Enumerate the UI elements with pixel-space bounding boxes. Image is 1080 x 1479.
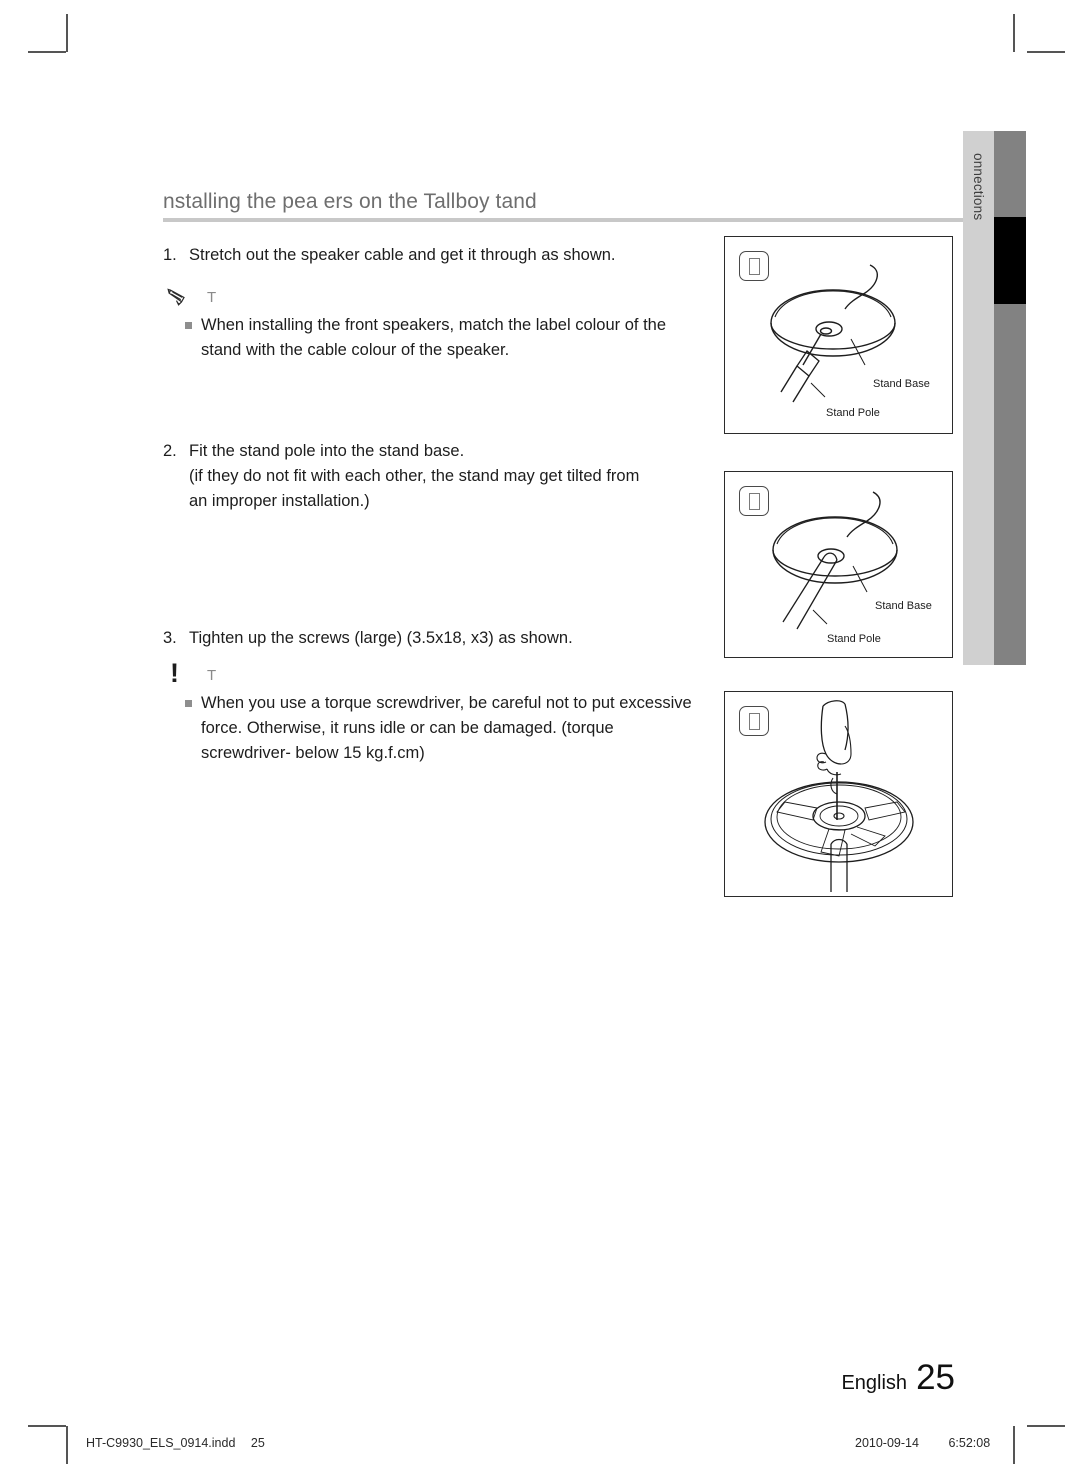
note-title: T (207, 289, 217, 306)
crop-mark-top-left-vertical (66, 14, 68, 52)
exclamation-icon: ! (170, 658, 179, 688)
panel-3-drawing (764, 700, 914, 892)
step-1: 1. Stretch out the speaker cable and get… (163, 243, 708, 268)
chapter-index-active-marker (994, 217, 1026, 304)
illustration-panel-2: Stand Base Stand Pole (724, 471, 953, 658)
panel-1-label-stand-base: Stand Base (873, 378, 930, 390)
crop-mark-bottom-right-horizontal (1027, 1425, 1065, 1427)
page-footer: English 25 (0, 1358, 955, 1398)
note-callout: T When installing the front speakers, ma… (163, 287, 708, 363)
print-info-date: 2010-09-14 (855, 1436, 919, 1450)
illustration-panel-3 (724, 691, 953, 897)
step-1-number: 1. (163, 246, 177, 264)
step-2-line-3: an improper installation.) (189, 492, 370, 510)
chapter-index-bar (994, 131, 1026, 665)
crop-mark-bottom-left-vertical (66, 1426, 68, 1464)
panel-2-drawing (772, 491, 898, 630)
illustration-panel-1: Stand Base Stand Pole (724, 236, 953, 434)
square-bullet-icon (185, 700, 192, 707)
print-info-folio: 25 (250, 1436, 265, 1450)
print-info-timestamp: 2010-09-14 6:52:08 (855, 1436, 990, 1450)
note-item: When installing the front speakers, matc… (163, 313, 708, 363)
chapter-tab-label: onnections (971, 153, 986, 221)
step-2-number: 2. (163, 442, 177, 460)
footer-language: English (841, 1372, 908, 1394)
step-3-line-1: Tighten up the screws (large) (3.5x18, x… (189, 629, 573, 647)
step-3-number: 3. (163, 629, 177, 647)
caution-title: T (207, 667, 217, 684)
instruction-column: 1. Stretch out the speaker cable and get… (163, 243, 708, 766)
heading-divider (163, 218, 963, 222)
caution-item: When you use a torque screwdriver, be ca… (163, 691, 708, 766)
footer-page-number: 25 (916, 1358, 955, 1397)
pencil-icon (167, 287, 195, 309)
caution-callout: ! T When you use a torque screwdriver, b… (163, 660, 708, 766)
panel-1-label-stand-pole: Stand Pole (826, 407, 880, 419)
print-info-time: 6:52:08 (948, 1436, 991, 1450)
caution-list: When you use a torque screwdriver, be ca… (163, 691, 708, 766)
step-1-body: Stretch out the speaker cable and get it… (189, 243, 708, 268)
note-item-text: When installing the front speakers, matc… (201, 316, 667, 359)
step-2: 2. Fit the stand pole into the stand bas… (163, 439, 708, 514)
print-info-file: HT-C9930_ELS_0914.indd (86, 1436, 236, 1450)
print-info-filename: HT-C9930_ELS_0914.indd 25 (86, 1436, 265, 1450)
page-title: nstalling the pea ers on the Tallboy tan… (163, 190, 537, 213)
step-2-body: Fit the stand pole into the stand base. … (189, 439, 708, 514)
note-list: When installing the front speakers, matc… (163, 313, 708, 363)
step-1-line-1: Stretch out the speaker cable and get it… (189, 246, 616, 264)
caution-header: ! T (167, 660, 708, 689)
crop-mark-top-right-vertical (1013, 14, 1015, 52)
step-2-line-2: (if they do not fit with each other, the… (189, 467, 640, 485)
chapter-tab: onnections (963, 131, 994, 665)
crop-mark-bottom-right-vertical (1013, 1426, 1015, 1464)
crop-mark-top-right-horizontal (1027, 51, 1065, 53)
panel-2-label-stand-pole: Stand Pole (827, 633, 881, 645)
note-header: T (167, 287, 708, 311)
panel-1-drawing (770, 264, 896, 403)
square-bullet-icon (185, 322, 192, 329)
step-3: 3. Tighten up the screws (large) (3.5x18… (163, 626, 708, 651)
step-2-line-1: Fit the stand pole into the stand base. (189, 442, 465, 460)
caution-item-text: When you use a torque screwdriver, be ca… (201, 694, 692, 762)
crop-mark-top-left-horizontal (28, 51, 66, 53)
crop-mark-bottom-left-horizontal (28, 1425, 66, 1427)
step-3-body: Tighten up the screws (large) (3.5x18, x… (189, 626, 708, 651)
panel-2-label-stand-base: Stand Base (875, 600, 932, 612)
